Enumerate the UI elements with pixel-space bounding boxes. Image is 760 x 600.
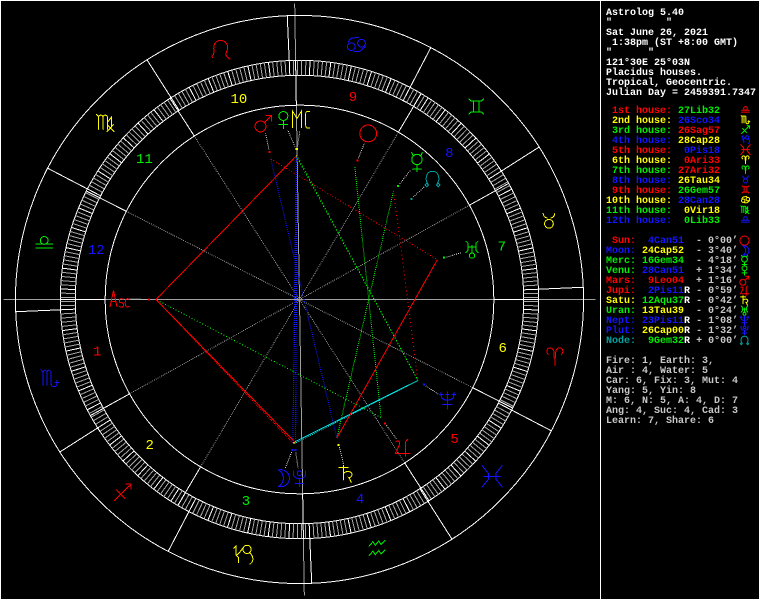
svg-text:2: 2 — [145, 438, 153, 454]
svg-text:10: 10 — [230, 92, 247, 108]
svg-text:4: 4 — [356, 492, 364, 508]
svg-text:9: 9 — [349, 90, 357, 106]
svg-text:5: 5 — [450, 432, 458, 448]
svg-text:11: 11 — [136, 152, 153, 168]
svg-text:6: 6 — [498, 341, 506, 357]
svg-text:1: 1 — [93, 344, 101, 360]
svg-text:3: 3 — [242, 494, 250, 510]
svg-text:12: 12 — [88, 243, 105, 259]
svg-text:7: 7 — [498, 240, 506, 256]
svg-text:8: 8 — [445, 146, 453, 162]
